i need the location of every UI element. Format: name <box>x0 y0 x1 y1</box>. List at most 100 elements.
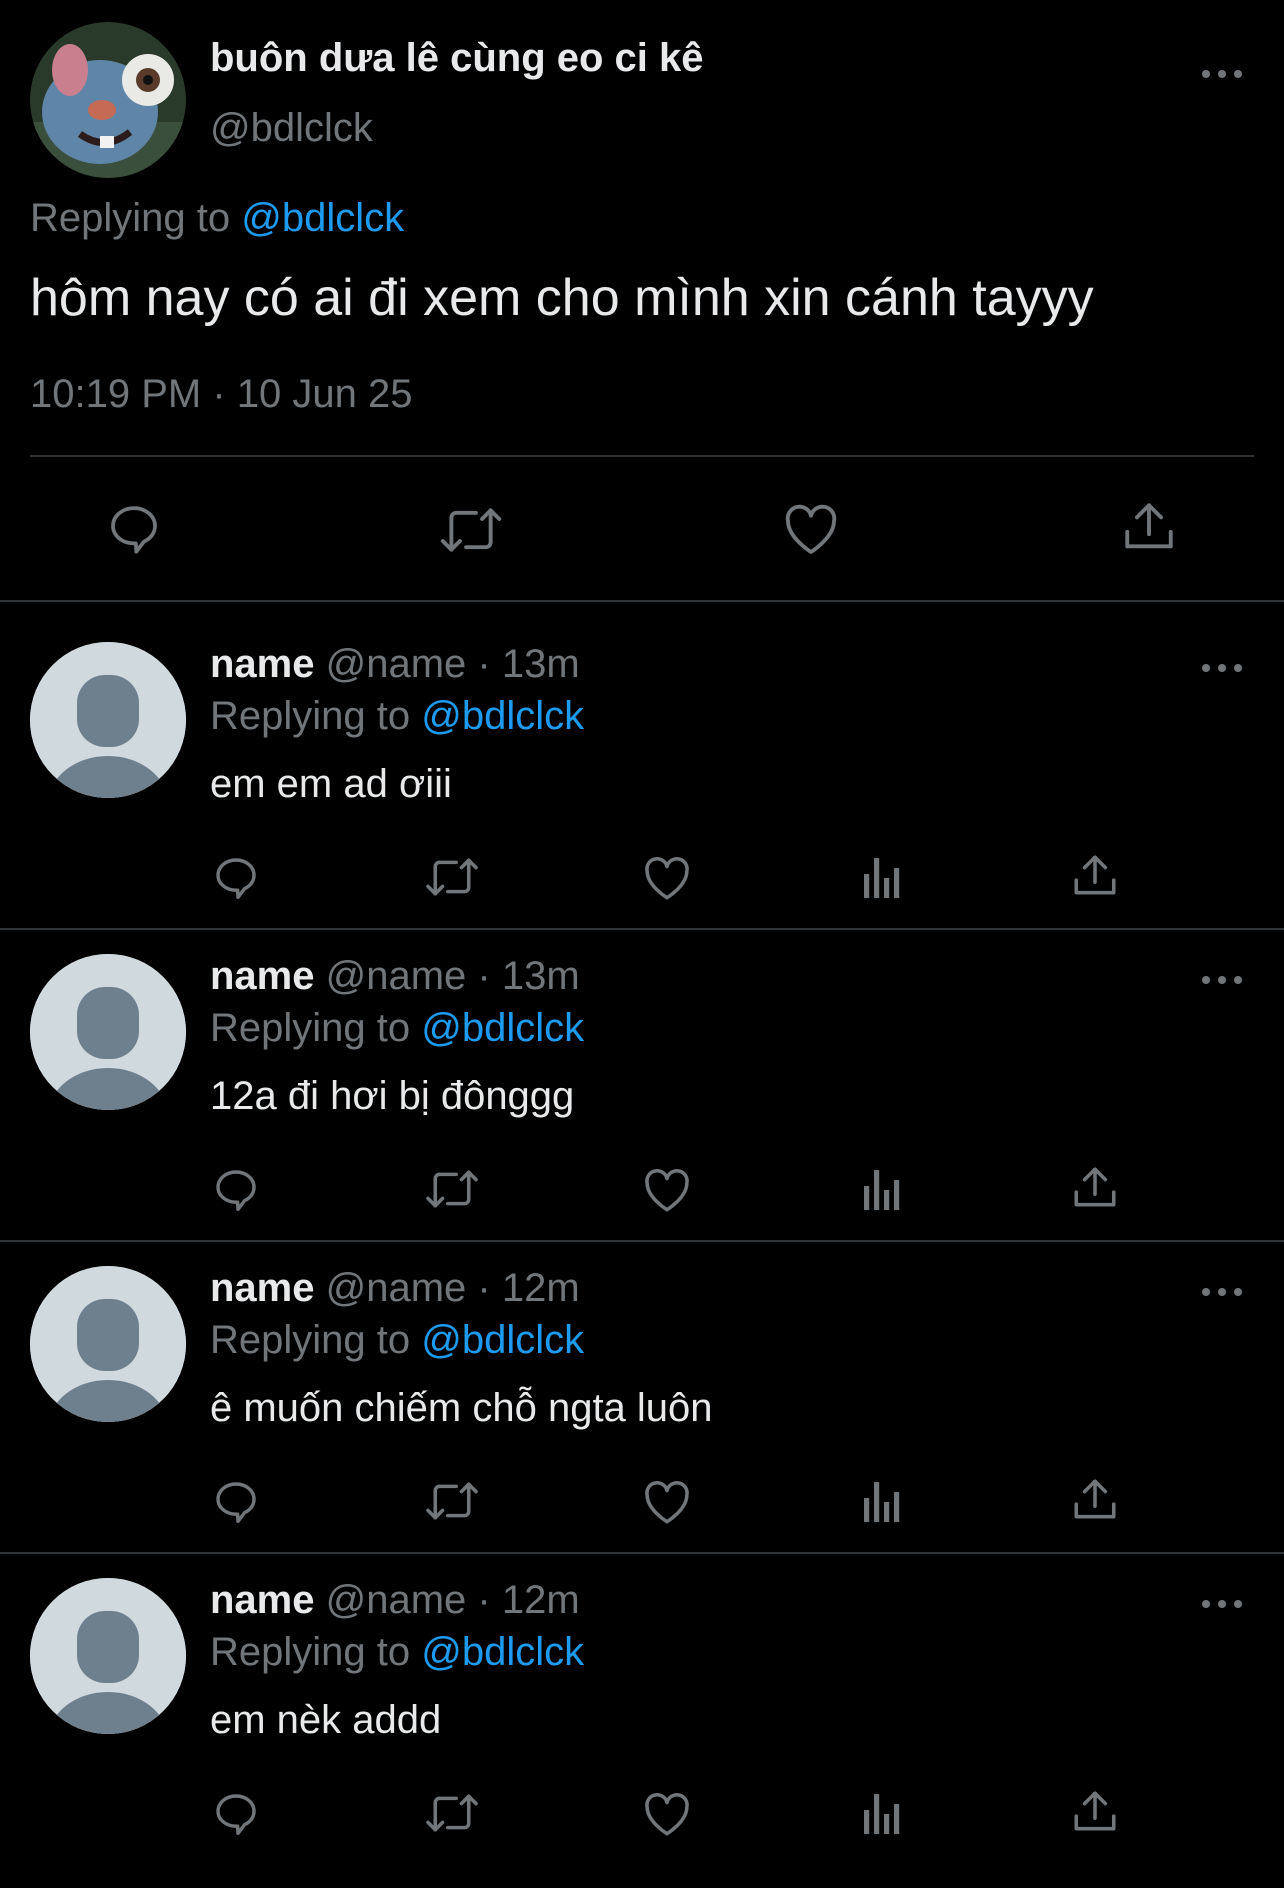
more-icon[interactable] <box>1200 658 1244 678</box>
reply-icon <box>216 858 256 900</box>
like-button[interactable] <box>642 1478 692 1526</box>
share-icon <box>1125 503 1173 549</box>
reply-text: ê muốn chiếm chỗ ngta luôn <box>210 1386 713 1430</box>
reply-icon <box>111 506 157 554</box>
reply-tweet[interactable]: name @name · 13m Replying to @bdlclck em… <box>0 642 1284 952</box>
reply-meta: @name · 12m <box>325 1578 580 1622</box>
heart-icon <box>785 504 837 554</box>
avatar[interactable] <box>30 1266 186 1422</box>
divider <box>30 455 1254 457</box>
reply-button[interactable] <box>106 499 162 557</box>
reply-button[interactable] <box>212 1164 260 1214</box>
replying-to-mention[interactable]: @bdlclck <box>241 196 404 240</box>
reply-button[interactable] <box>212 1788 260 1838</box>
share-button[interactable] <box>1070 1474 1120 1526</box>
more-icon[interactable] <box>1200 1594 1244 1614</box>
reply-text: em nèk addd <box>210 1698 442 1742</box>
replying-to-mention[interactable]: @bdlclck <box>421 1318 584 1362</box>
views-button[interactable] <box>862 1480 902 1522</box>
heart-icon <box>645 1169 689 1212</box>
retweet-button[interactable] <box>424 1790 480 1836</box>
replying-to-mention[interactable]: @bdlclck <box>421 1006 584 1050</box>
share-button[interactable] <box>1070 1786 1120 1838</box>
like-button[interactable] <box>642 854 692 902</box>
replying-to: Replying to @bdlclck <box>210 1630 584 1675</box>
tweet-text: hôm nay có ai đi xem cho mình xin cánh t… <box>30 269 1094 327</box>
reply-button[interactable] <box>212 1476 260 1526</box>
share-icon <box>1074 855 1116 895</box>
heart-icon <box>645 1481 689 1524</box>
retweet-button[interactable] <box>438 503 504 557</box>
reply-display-name[interactable]: name <box>210 642 315 686</box>
reply-meta: @name · 12m <box>325 1266 580 1310</box>
reply-header: name @name · 12m <box>210 1266 580 1311</box>
share-icon <box>1074 1479 1116 1519</box>
like-button[interactable] <box>642 1790 692 1838</box>
reply-tweet[interactable]: name @name · 12m Replying to @bdlclck em… <box>0 1578 1284 1888</box>
reply-text: em em ad ơiii <box>210 762 452 806</box>
views-button[interactable] <box>862 856 902 898</box>
retweet-button[interactable] <box>424 1166 480 1212</box>
reply-icon <box>216 1482 256 1524</box>
replying-to: Replying to @bdlclck <box>30 196 404 241</box>
retweet-button[interactable] <box>424 854 480 900</box>
main-tweet: buôn dưa lê cùng eo ci kê @bdlclck Reply… <box>0 0 1284 602</box>
replying-label: Replying to <box>210 1006 411 1050</box>
replying-label: Replying to <box>210 694 411 738</box>
reply-header: name @name · 12m <box>210 1578 580 1623</box>
replying-to-mention[interactable]: @bdlclck <box>421 694 584 738</box>
replying-label: Replying to <box>210 1318 411 1362</box>
user-handle[interactable]: @bdlclck <box>210 106 373 151</box>
reply-header: name @name · 13m <box>210 954 580 999</box>
like-button[interactable] <box>782 501 840 557</box>
views-button[interactable] <box>862 1792 902 1834</box>
avatar[interactable] <box>30 954 186 1110</box>
divider <box>0 1240 1284 1242</box>
reply-meta: @name · 13m <box>325 954 580 998</box>
share-button[interactable] <box>1070 850 1120 902</box>
retweet-icon <box>426 1482 478 1520</box>
divider <box>0 928 1284 930</box>
share-button[interactable] <box>1120 497 1178 557</box>
reply-meta: @name · 13m <box>325 642 580 686</box>
reply-tweet[interactable]: name @name · 13m Replying to @bdlclck 12… <box>0 954 1284 1264</box>
replying-to-mention[interactable]: @bdlclck <box>421 1630 584 1674</box>
views-icon <box>864 1170 900 1210</box>
retweet-icon <box>426 1170 478 1208</box>
reply-display-name[interactable]: name <box>210 954 315 998</box>
retweet-icon <box>426 1794 478 1832</box>
retweet-button[interactable] <box>424 1478 480 1524</box>
divider <box>0 1552 1284 1554</box>
replying-label: Replying to <box>30 196 231 240</box>
reply-tweet[interactable]: name @name · 12m Replying to @bdlclck ê … <box>0 1266 1284 1576</box>
views-button[interactable] <box>862 1168 902 1210</box>
tweet-timestamp[interactable]: 10:19 PM · 10 Jun 25 <box>30 372 412 417</box>
reply-button[interactable] <box>212 852 260 902</box>
reply-icon <box>216 1794 256 1836</box>
reply-text: 12a đi hơi bị đônggg <box>210 1074 575 1118</box>
views-icon <box>864 1482 900 1522</box>
more-icon[interactable] <box>1200 1282 1244 1302</box>
more-icon[interactable] <box>1200 970 1244 990</box>
display-name[interactable]: buôn dưa lê cùng eo ci kê <box>210 36 704 81</box>
reply-display-name[interactable]: name <box>210 1266 315 1310</box>
avatar[interactable] <box>30 642 186 798</box>
reply-icon <box>216 1170 256 1212</box>
replying-label: Replying to <box>210 1630 411 1674</box>
share-icon <box>1074 1167 1116 1207</box>
reply-header: name @name · 13m <box>210 642 580 687</box>
replying-to: Replying to @bdlclck <box>210 1318 584 1363</box>
views-icon <box>864 1794 900 1834</box>
share-icon <box>1074 1791 1116 1831</box>
more-icon[interactable] <box>1200 64 1244 84</box>
avatar[interactable] <box>30 22 186 178</box>
heart-icon <box>645 857 689 900</box>
like-button[interactable] <box>642 1166 692 1214</box>
replying-to: Replying to @bdlclck <box>210 694 584 739</box>
divider <box>0 600 1284 602</box>
retweet-icon <box>426 858 478 896</box>
share-button[interactable] <box>1070 1162 1120 1214</box>
reply-display-name[interactable]: name <box>210 1578 315 1622</box>
avatar[interactable] <box>30 1578 186 1734</box>
retweet-icon <box>440 508 502 552</box>
